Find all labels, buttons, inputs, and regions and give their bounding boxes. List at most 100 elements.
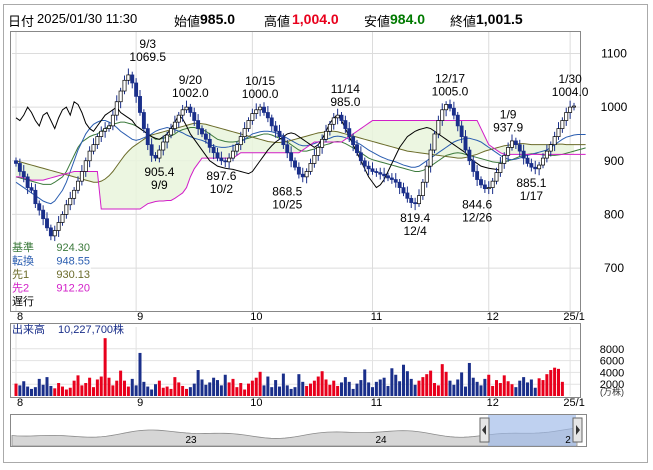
- candle-body: [502, 155, 507, 164]
- volume-bar: [247, 383, 250, 396]
- volume-y-tick: 8000: [600, 344, 624, 356]
- volume-bar: [111, 385, 115, 396]
- volume-bar: [88, 377, 92, 396]
- volume-bar: [386, 385, 390, 396]
- volume-y-tick: 4000: [600, 367, 624, 379]
- candle-body: [234, 144, 239, 152]
- volume-bar: [409, 378, 413, 396]
- volume-bar: [250, 380, 254, 396]
- candle-body: [320, 138, 325, 148]
- legend-label: 先2: [12, 282, 29, 295]
- volume-bar: [235, 387, 239, 396]
- candle-body: [130, 74, 135, 84]
- volume-bar: [390, 368, 394, 396]
- volume-bar: [243, 389, 247, 396]
- candle-body: [285, 144, 290, 154]
- candle-body: [33, 189, 38, 205]
- candle-body: [215, 152, 220, 159]
- volume-bar: [84, 383, 88, 396]
- annotation-date: 9/20: [179, 73, 203, 87]
- candle-body: [250, 113, 255, 121]
- annotation-date: 9/3: [139, 37, 156, 51]
- volume-bar: [487, 374, 491, 396]
- volume-bar: [64, 389, 68, 396]
- candle-body: [289, 152, 294, 162]
- candle-body: [126, 74, 131, 81]
- volume-y-tick: 6000: [600, 356, 624, 368]
- volume-bar: [297, 374, 301, 396]
- candle-body: [339, 114, 344, 121]
- volume-label: 出来高: [12, 322, 45, 336]
- annotation-date: 10/25: [272, 198, 302, 212]
- volume-bar: [49, 385, 53, 396]
- volume-bar: [185, 388, 188, 396]
- volume-bar: [398, 381, 402, 396]
- navigator-selection[interactable]: [488, 415, 576, 446]
- candle-body: [242, 128, 247, 137]
- volume-bar: [440, 364, 444, 396]
- candle-body: [165, 134, 170, 143]
- price-y-axis: 1100 1000 900 800 700: [601, 46, 628, 275]
- candle-body: [45, 218, 49, 229]
- legend-label: 基準: [12, 240, 34, 254]
- volume-bar: [405, 371, 409, 396]
- volume-unit: (万株): [600, 386, 624, 397]
- annotation-date: 1/17: [520, 189, 544, 203]
- volume-bar: [216, 380, 219, 396]
- volume-bar: [254, 377, 258, 396]
- candle-body: [506, 147, 511, 156]
- candle-body: [490, 180, 495, 188]
- candle-body: [548, 144, 553, 152]
- volume-bar: [475, 381, 479, 396]
- volume-bar: [425, 374, 429, 396]
- volume-bar: [45, 377, 49, 396]
- volume-bar: [188, 387, 192, 396]
- annotation-value: 1005.0: [432, 84, 469, 98]
- candle-body: [83, 160, 88, 172]
- candle-body: [141, 112, 146, 129]
- volume-bar: [336, 385, 340, 396]
- volume-bar: [452, 384, 456, 396]
- candle-body: [537, 164, 542, 170]
- candle-body: [207, 138, 212, 148]
- price-y-tick: 700: [604, 261, 624, 275]
- volume-y-axis: 8000600040002000: [600, 344, 624, 391]
- volume-bar: [223, 374, 227, 396]
- candle-body: [64, 204, 69, 215]
- price-x-axis: 8 9 10 11 12 25/1: [17, 311, 585, 323]
- volume-bar: [444, 371, 448, 396]
- volume-bar: [351, 388, 355, 396]
- volume-bar: [123, 380, 126, 396]
- candle-body: [544, 150, 549, 159]
- candle-body: [568, 106, 573, 113]
- volume-bar: [371, 387, 374, 396]
- candle-body: [52, 230, 57, 237]
- volume-bar: [483, 378, 487, 396]
- candle-body: [479, 179, 483, 186]
- volume-bar: [324, 379, 328, 396]
- candle-body: [60, 214, 65, 223]
- volume-bar: [526, 382, 529, 396]
- candle-body: [370, 168, 375, 172]
- candle-body: [258, 106, 263, 111]
- candle-body: [145, 128, 150, 146]
- legend-label: 遅行: [12, 295, 34, 308]
- candle-body: [312, 155, 317, 164]
- volume-bar: [510, 384, 514, 396]
- candle-body: [451, 107, 456, 116]
- candle-body: [401, 187, 406, 194]
- candle-body: [265, 112, 270, 119]
- volume-bar: [301, 381, 305, 396]
- volume-x-axis: 8 9 10 11 12 25/1: [17, 397, 585, 409]
- candle-body: [467, 149, 472, 162]
- candle-body: [572, 105, 576, 108]
- candle-body: [517, 144, 522, 152]
- volume-bar: [177, 382, 181, 396]
- x-tick-label: 8: [17, 311, 23, 323]
- candle-body: [17, 163, 22, 172]
- volume-bar: [103, 338, 107, 396]
- annotation-value: 885.1: [516, 176, 546, 190]
- volume-bar: [68, 387, 72, 396]
- candle-body: [87, 150, 92, 162]
- volume-bar: [30, 388, 33, 396]
